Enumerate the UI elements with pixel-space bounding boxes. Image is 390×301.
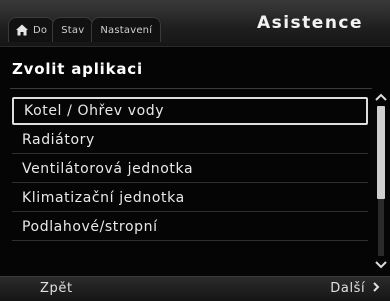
chevron-right-icon [373, 282, 380, 292]
chevron-down-icon[interactable] [374, 260, 388, 272]
list-item-boiler[interactable]: Kotel / Ohřev vody [12, 97, 368, 125]
next-button[interactable]: Další [330, 281, 380, 296]
tab-settings[interactable]: Nastavení [91, 17, 162, 42]
tab-settings-label: Nastavení [100, 24, 153, 36]
page-title: Asistence [256, 13, 364, 33]
list-item-floor-ceiling[interactable]: Podlahové/stropní [12, 213, 368, 241]
back-button[interactable]: Zpět [40, 281, 73, 296]
list-item-radiators[interactable]: Radiátory [12, 126, 368, 154]
chevron-up-icon[interactable] [374, 92, 388, 104]
scroll-thumb[interactable] [377, 106, 385, 199]
list-item-air-conditioning[interactable]: Klimatizační jednotka [12, 184, 368, 212]
tab-status-label: Stav [61, 24, 85, 36]
tab-home-label: Do [33, 24, 48, 36]
home-icon [16, 24, 28, 36]
tab-home[interactable]: Do [8, 17, 55, 42]
application-list: Kotel / Ohřev vody Radiátory Ventilátoro… [12, 97, 368, 242]
tab-strip: Do Stav Nastavení [8, 10, 162, 42]
section-heading: Zvolit aplikaci [12, 60, 143, 78]
divider [10, 88, 372, 89]
screen: Do Stav Nastavení Asistence Zvolit aplik… [0, 0, 390, 301]
bottom-bar: Zpět Další [0, 276, 390, 301]
tab-status[interactable]: Stav [52, 17, 94, 42]
scrollbar[interactable] [374, 92, 388, 270]
next-button-label: Další [330, 281, 366, 296]
list-item-fan-coil[interactable]: Ventilátorová jednotka [12, 155, 368, 183]
top-bar: Do Stav Nastavení Asistence [0, 0, 390, 47]
